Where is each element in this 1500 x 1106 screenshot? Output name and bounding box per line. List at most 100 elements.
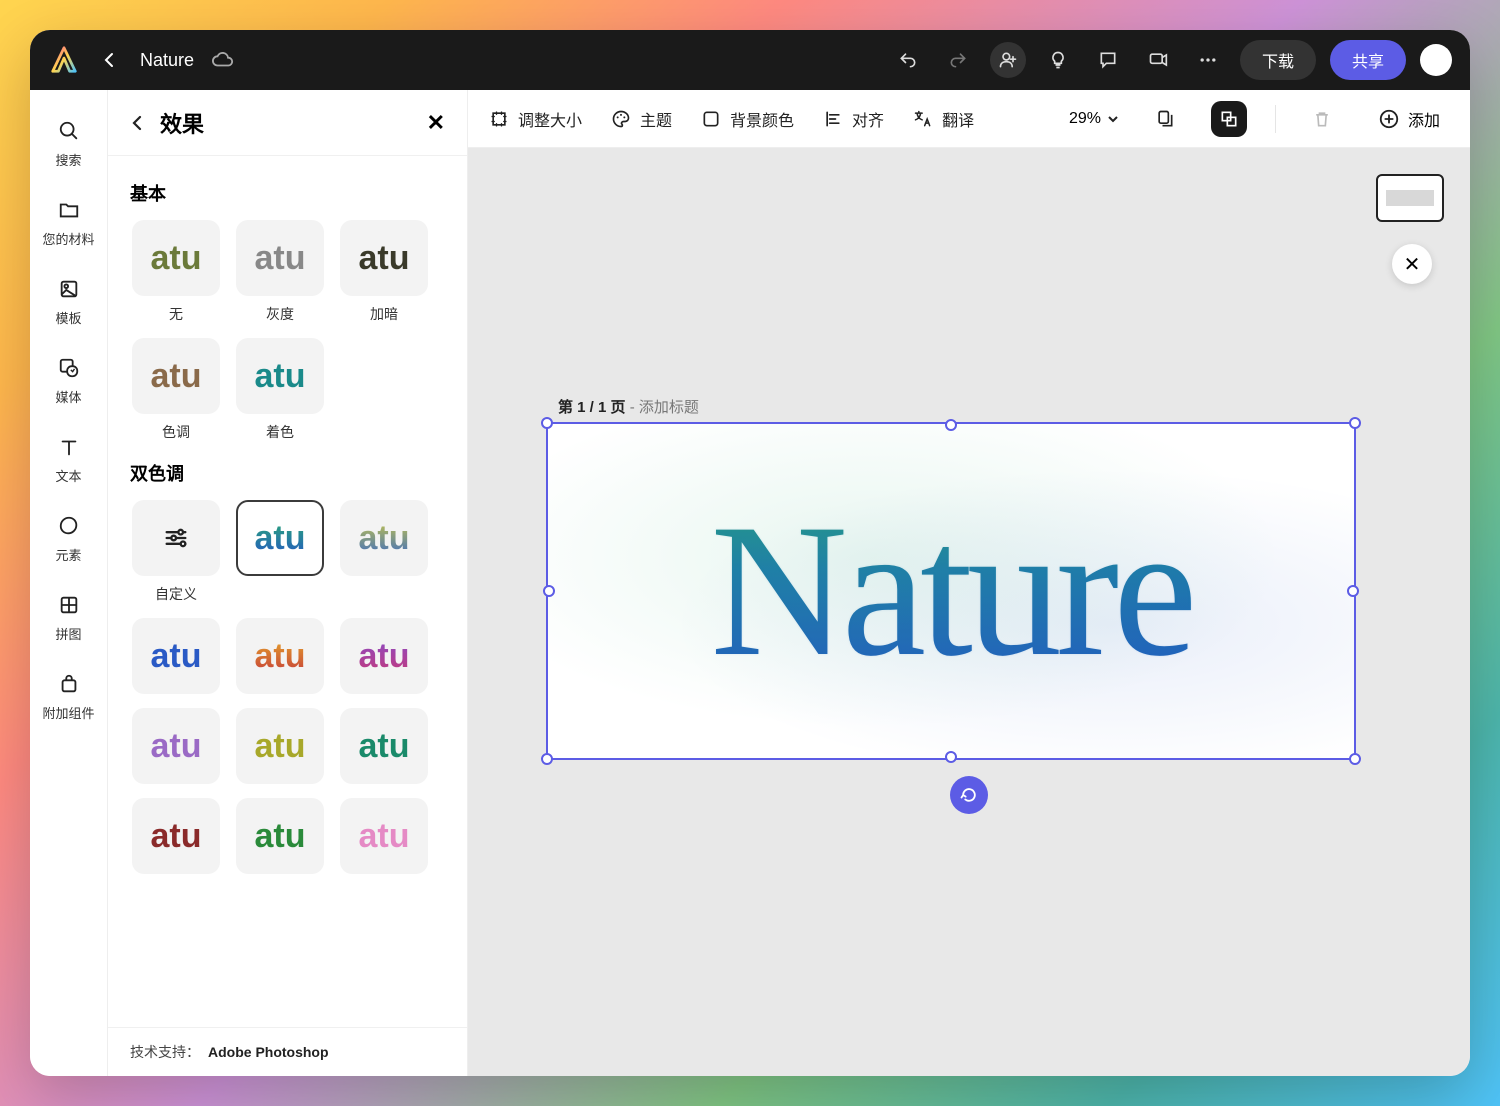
effect-duotone-7[interactable]: atu [234,708,326,784]
translate-icon [912,108,934,130]
rail-elements[interactable]: 元素 [37,503,101,574]
effects-panel-header: 效果 ✕ [108,90,467,156]
effect-duotone-9[interactable]: atu [130,798,222,874]
rail-label: 附加组件 [42,703,94,722]
rail-your-stuff[interactable]: 您的材料 [37,187,101,258]
rail-grids[interactable]: 拼图 [37,582,101,653]
resize-handle-br[interactable] [1349,753,1361,765]
effect-duotone-6[interactable]: atu [130,708,222,784]
effect-hue[interactable]: atu色调 [130,338,222,442]
rail-addons[interactable]: 附加组件 [37,661,101,732]
topbar: Nature 下载 共享 [30,30,1470,90]
invite-user-button[interactable] [990,42,1026,78]
sliders-icon [162,524,190,552]
canvas-stage[interactable]: ✕ 第 1 / 1 页 - 添加标题 Nature [468,148,1470,1076]
resize-icon [488,108,510,130]
toolbar-divider [1275,105,1276,133]
layers-view-button[interactable] [1211,101,1247,137]
search-icon [56,118,82,144]
effects-panel-footer: 技术支持：Adobe Photoshop [108,1027,467,1076]
align-button[interactable]: 对齐 [822,107,884,131]
resize-handle-bm[interactable] [945,751,957,763]
resize-handle-tm[interactable] [945,419,957,431]
panel-title: 效果 [160,107,413,139]
artwork-content: Nature [548,424,1354,758]
delete-button[interactable] [1304,101,1340,137]
effect-duotone-8[interactable]: atu [338,708,430,784]
rail-templates[interactable]: 模板 [37,266,101,337]
resize-handle-bl[interactable] [541,753,553,765]
artboard-selection[interactable]: Nature [546,422,1356,760]
canvas-column: 调整大小 主题 背景颜色 对齐 翻译 29% 添加 ✕ 第 1 / 1 页 - … [468,90,1470,1076]
square-icon [700,108,722,130]
effect-duotone-10[interactable]: atu [234,798,326,874]
theme-button[interactable]: 主题 [610,107,672,131]
canvas-toolbar: 调整大小 主题 背景颜色 对齐 翻译 29% 添加 [468,90,1470,148]
present-icon[interactable] [1140,42,1176,78]
effect-darken[interactable]: atu加暗 [338,220,430,324]
download-button[interactable]: 下载 [1240,40,1316,80]
resize-handle-tr[interactable] [1349,417,1361,429]
comment-icon[interactable] [1090,42,1126,78]
effect-duotone-3[interactable]: atu [130,618,222,694]
more-icon[interactable] [1190,42,1226,78]
basic-effects-grid: atu无 atu灰度 atu加暗 atu色调 atu着色 [130,220,445,442]
rail-media[interactable]: 媒体 [37,345,101,416]
effect-duotone-11[interactable]: atu [338,798,430,874]
effects-panel: 效果 ✕ 基本 atu无 atu灰度 atu加暗 atu色调 atu着色 双色调… [108,90,468,1076]
undo-button[interactable] [890,42,926,78]
pages-view-button[interactable] [1147,101,1183,137]
grid-icon [56,592,82,618]
addon-icon [56,671,82,697]
effect-duotone-5[interactable]: atu [338,618,430,694]
effect-none[interactable]: atu无 [130,220,222,324]
effect-duotone-1[interactable]: atu [234,500,326,604]
redo-button[interactable] [940,42,976,78]
rail-label: 元素 [55,545,81,564]
resize-button[interactable]: 调整大小 [488,107,582,131]
panel-close-button[interactable]: ✕ [427,110,445,136]
user-avatar[interactable] [1420,44,1452,76]
app-window: Nature 下载 共享 搜索 您的材料 模板 [30,30,1470,1076]
app-logo[interactable] [48,44,80,76]
share-button[interactable]: 共享 [1330,40,1406,80]
close-thumbnail-button[interactable]: ✕ [1392,244,1432,284]
resize-handle-ml[interactable] [543,585,555,597]
shapes-icon [56,513,82,539]
rail-text[interactable]: 文本 [37,424,101,495]
rail-label: 您的材料 [42,229,94,248]
effect-custom[interactable]: 自定义 [130,500,222,604]
effects-panel-body[interactable]: 基本 atu无 atu灰度 atu加暗 atu色调 atu着色 双色调 自定义 … [108,156,467,1027]
regenerate-button[interactable] [950,776,988,814]
effect-grayscale[interactable]: atu灰度 [234,220,326,324]
add-button[interactable]: 添加 [1368,101,1450,137]
rail-label: 文本 [55,466,81,485]
rail-search[interactable]: 搜索 [37,108,101,179]
translate-button[interactable]: 翻译 [912,107,974,131]
left-rail: 搜索 您的材料 模板 媒体 文本 元素 [30,90,108,1076]
cloud-sync-icon[interactable] [212,49,234,71]
panel-back-button[interactable] [130,115,146,131]
duotone-effects-grid: 自定义 atu atu atu atu atu atu atu atu atu … [130,500,445,874]
page-thumbnail[interactable] [1376,174,1444,222]
align-icon [822,108,844,130]
section-title-duotone: 双色调 [130,460,445,486]
palette-icon [610,108,632,130]
effect-duotone-4[interactable]: atu [234,618,326,694]
resize-handle-tl[interactable] [541,417,553,429]
rail-label: 拼图 [55,624,81,643]
document-title[interactable]: Nature [140,50,194,71]
media-icon [56,355,82,381]
bgcolor-button[interactable]: 背景颜色 [700,107,794,131]
resize-handle-mr[interactable] [1347,585,1359,597]
hint-icon[interactable] [1040,42,1076,78]
page-label[interactable]: 第 1 / 1 页 - 添加标题 [558,396,699,417]
templates-icon [56,276,82,302]
effect-duotone-2[interactable]: atu [338,500,430,604]
zoom-select[interactable]: 29% [1069,110,1119,128]
rail-label: 模板 [55,308,81,327]
effect-tint[interactable]: atu着色 [234,338,326,442]
plus-circle-icon [1378,108,1400,130]
text-icon [56,434,82,460]
back-button[interactable] [94,44,126,76]
